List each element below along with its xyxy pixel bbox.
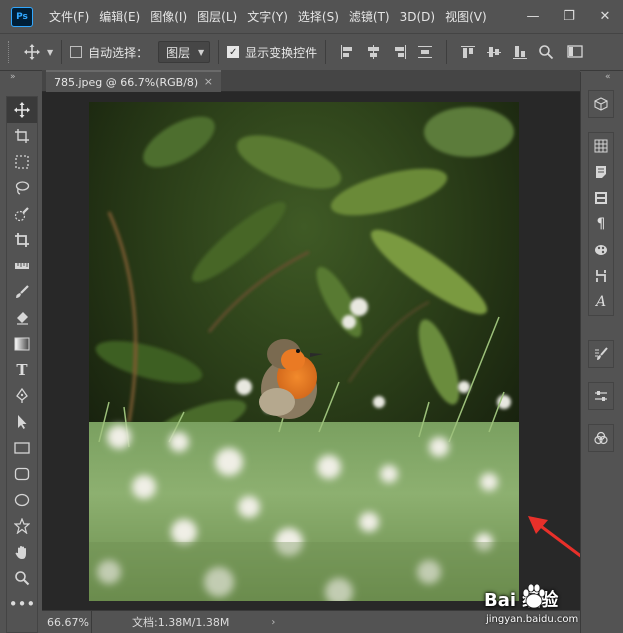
baidu-jingyan-watermark: Bai 经验 jingyan.baidu.com — [476, 568, 616, 630]
channels-panel-icon[interactable] — [589, 425, 613, 451]
menu-file[interactable]: 文件(F) — [49, 8, 89, 25]
collapse-panels-icon[interactable]: « — [605, 72, 611, 82]
align-right-icon[interactable] — [391, 44, 407, 60]
zoom-level[interactable]: 66.67% — [42, 611, 92, 633]
crop-tool-icon[interactable] — [7, 227, 37, 253]
lasso-tool-icon[interactable] — [7, 175, 37, 201]
menu-bar: Ps 文件(F) 编辑(E) 图像(I) 图层(L) 文字(Y) 选择(S) 滤… — [0, 0, 623, 33]
divider — [218, 40, 220, 64]
menu-filter[interactable]: 滤镜(T) — [349, 8, 390, 25]
tools-panel: T ••• — [6, 96, 38, 633]
paragraph-panel-icon[interactable]: ¶ — [589, 211, 613, 237]
path-select-tool-icon[interactable] — [7, 409, 37, 435]
align-top-icon[interactable] — [460, 44, 476, 60]
minimize-button[interactable]: — — [515, 0, 551, 33]
quick-select-tool-icon[interactable] — [7, 201, 37, 227]
options-bar-grip[interactable] — [8, 41, 11, 63]
swatches-panel-icon[interactable] — [589, 237, 613, 263]
panel-group-3d — [588, 90, 614, 118]
menu-select[interactable]: 选择(S) — [298, 8, 339, 25]
menu-edit[interactable]: 编辑(E) — [99, 8, 140, 25]
pen-tool-icon[interactable] — [7, 383, 37, 409]
marquee-tool-icon[interactable] — [7, 149, 37, 175]
document-tab-bar: 785.jpeg @ 66.7%(RGB/8) × — [42, 70, 580, 92]
distribute-horizontal-icon[interactable] — [417, 44, 433, 60]
window-controls: — ❐ ✕ — [515, 0, 623, 33]
brush-tool-icon[interactable] — [7, 279, 37, 305]
document-image-robin[interactable] — [89, 102, 519, 601]
divider — [325, 40, 327, 64]
divider — [446, 40, 448, 64]
panel-group-brushes — [588, 340, 614, 368]
panel-group-channels — [588, 424, 614, 452]
document-size: 文档:1.38M/1.38M — [132, 616, 230, 629]
status-menu-arrow[interactable]: › — [271, 617, 275, 628]
gradient-tool-icon[interactable] — [7, 331, 37, 357]
menu-type[interactable]: 文字(Y) — [247, 8, 288, 25]
artboard-tool-icon[interactable] — [7, 123, 37, 149]
show-transform-checkbox[interactable]: ✓ — [227, 46, 240, 58]
document-tab-title: 785.jpeg @ 66.7%(RGB/8) — [54, 75, 199, 89]
close-button[interactable]: ✕ — [587, 0, 623, 33]
auto-select-target-dropdown[interactable]: 图层 ▼ — [158, 41, 211, 63]
zoom-tool-icon[interactable] — [7, 565, 37, 591]
maximize-button[interactable]: ❐ — [551, 0, 587, 33]
document-tab[interactable]: 785.jpeg @ 66.7%(RGB/8) × — [46, 70, 221, 92]
show-transform-label: 显示变换控件 — [245, 45, 318, 60]
watermark-url: jingyan.baidu.com — [486, 614, 579, 625]
hand-tool-icon[interactable] — [7, 539, 37, 565]
3d-panel-icon[interactable] — [589, 91, 613, 117]
properties-panel-icon[interactable] — [589, 185, 613, 211]
character-panel-icon[interactable]: A — [589, 289, 613, 315]
divider — [61, 40, 63, 64]
more-tools-icon[interactable]: ••• — [7, 591, 37, 617]
type-tool-icon[interactable]: T — [7, 357, 37, 383]
chevron-down-icon: ▼ — [198, 47, 205, 57]
rectangle-tool-icon[interactable] — [7, 435, 37, 461]
histogram-panel-icon[interactable] — [589, 133, 613, 159]
custom-shape-tool-icon[interactable] — [7, 513, 37, 539]
search-icon[interactable] — [538, 44, 554, 60]
align-center-icon[interactable] — [365, 44, 381, 60]
panel-group-main: ¶ A — [588, 132, 614, 316]
align-bottom-icon[interactable] — [512, 44, 528, 60]
move-tool-preset-icon[interactable] — [21, 41, 43, 63]
rounded-rect-tool-icon[interactable] — [7, 461, 37, 487]
options-bar: ▼ 自动选择： 图层 ▼ ✓ 显示变换控件 — [0, 33, 623, 71]
close-tab-icon[interactable]: × — [204, 75, 213, 88]
menu-image[interactable]: 图像(I) — [150, 8, 187, 25]
align-middle-icon[interactable] — [486, 44, 502, 60]
collapse-toolbar-icon[interactable]: » — [10, 72, 16, 82]
menu-3d[interactable]: 3D(D) — [400, 10, 435, 24]
move-tool-icon[interactable] — [7, 97, 37, 123]
ruler-tool-icon[interactable] — [7, 253, 37, 279]
adjustments-panel-icon[interactable] — [589, 383, 613, 409]
brush-settings-panel-icon[interactable] — [589, 341, 613, 367]
menu-view[interactable]: 视图(V) — [445, 8, 487, 25]
notes-panel-icon[interactable] — [589, 159, 613, 185]
menu-layer[interactable]: 图层(L) — [197, 8, 237, 25]
photoshop-logo: Ps — [11, 6, 33, 27]
eraser-tool-icon[interactable] — [7, 305, 37, 331]
workspace-icon[interactable] — [567, 44, 583, 60]
auto-select-checkbox[interactable] — [70, 46, 83, 58]
ellipse-tool-icon[interactable] — [7, 487, 37, 513]
auto-select-target-value: 图层 — [166, 45, 191, 60]
baidu-paw-icon — [522, 583, 546, 609]
panel-group-adjust — [588, 382, 614, 410]
history-panel-icon[interactable] — [589, 263, 613, 289]
align-left-icon[interactable] — [339, 44, 355, 60]
chevron-down-icon[interactable]: ▼ — [47, 48, 53, 57]
auto-select-label: 自动选择： — [88, 45, 149, 60]
